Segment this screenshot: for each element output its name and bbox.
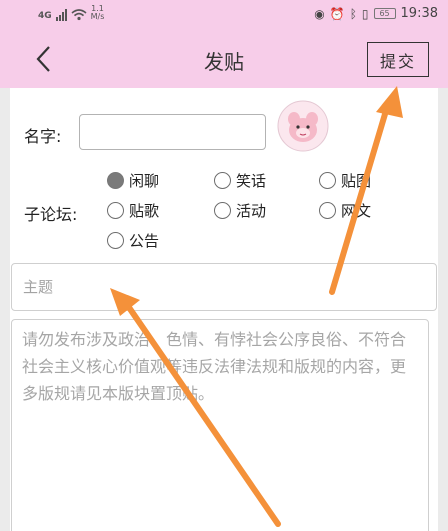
net-speed-unit: M/s <box>90 12 105 21</box>
body-textarea[interactable] <box>11 319 429 531</box>
submit-button[interactable]: 提交 <box>367 42 429 77</box>
radio-unchecked-icon <box>214 202 231 219</box>
forum-option-announcements[interactable]: 公告 <box>107 230 159 251</box>
forum-option-label: 活动 <box>236 202 267 220</box>
system-status: ◉ ⏰ ᛒ ▯ 65 19:38 <box>314 6 438 21</box>
net-speed: 1.1 M/s <box>91 5 105 21</box>
name-label: 名字: <box>24 127 62 146</box>
name-input[interactable] <box>79 114 266 150</box>
network-type: 4G <box>38 11 52 21</box>
radio-checked-icon <box>107 172 124 189</box>
post-form: 名字: 子论坛: 闲聊 笑话 贴图 贴歌 活动 网文 公告 主题 请勿发布涉及政… <box>10 88 438 531</box>
clock: 19:38 <box>400 6 438 21</box>
forum-option-chat[interactable]: 闲聊 <box>107 170 159 191</box>
forum-option-label: 闲聊 <box>129 172 160 190</box>
alarm-icon: ⏰ <box>329 6 345 21</box>
eye-icon: ◉ <box>314 6 325 21</box>
radio-unchecked-icon <box>214 172 231 189</box>
avatar[interactable] <box>277 100 329 152</box>
battery-icon: 65 <box>373 8 396 19</box>
subject-input[interactable] <box>11 263 437 311</box>
radio-unchecked-icon <box>319 202 336 219</box>
radio-unchecked-icon <box>319 172 336 189</box>
vibrate-icon: ▯ <box>361 6 369 21</box>
signal-icon <box>55 9 67 21</box>
forum-option-fiction[interactable]: 网文 <box>319 200 371 221</box>
left-margin <box>0 88 10 531</box>
bluetooth-icon: ᛒ <box>349 6 357 21</box>
right-margin <box>438 88 448 531</box>
forum-option-label: 笑话 <box>236 172 267 190</box>
forum-label: 子论坛: <box>24 205 78 224</box>
status-bar: 4G 1.1 M/s ◉ ⏰ ᛒ ▯ 65 19:38 <box>0 0 448 30</box>
avatar-image <box>277 100 329 152</box>
forum-option-label: 公告 <box>129 232 160 250</box>
radio-unchecked-icon <box>107 202 124 219</box>
forum-option-events[interactable]: 活动 <box>214 200 266 221</box>
forum-option-jokes[interactable]: 笑话 <box>214 170 266 191</box>
radio-unchecked-icon <box>107 232 124 249</box>
forum-option-label: 贴图 <box>341 172 372 190</box>
forum-option-songs[interactable]: 贴歌 <box>107 200 159 221</box>
forum-option-images[interactable]: 贴图 <box>319 170 371 191</box>
wifi-icon <box>71 9 87 21</box>
forum-option-label: 网文 <box>341 202 372 220</box>
forum-option-label: 贴歌 <box>129 202 160 220</box>
network-status: 4G 1.1 M/s <box>38 5 104 21</box>
app-header: 发贴 提交 <box>0 30 448 88</box>
